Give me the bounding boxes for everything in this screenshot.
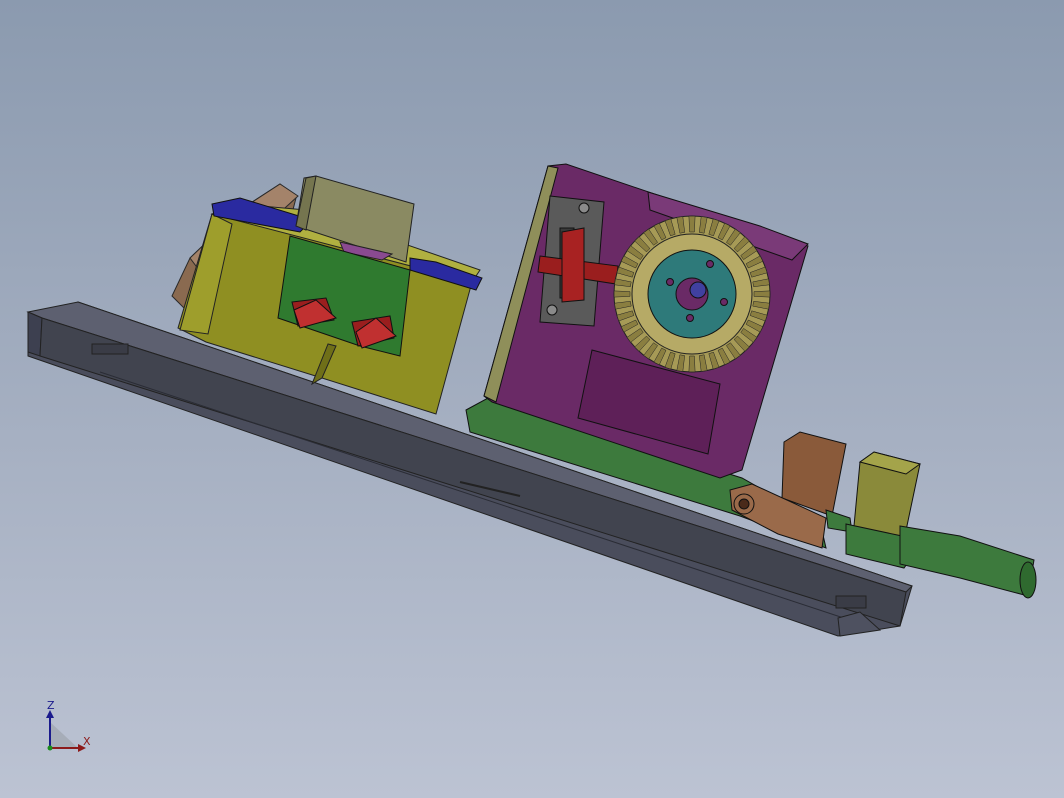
gear-tooth bbox=[613, 290, 631, 298]
cad-viewport[interactable] bbox=[0, 0, 1064, 798]
gear[interactable] bbox=[613, 215, 771, 373]
gear-tooth bbox=[688, 355, 696, 373]
gear-tooth bbox=[753, 290, 771, 298]
base-rail[interactable] bbox=[26, 301, 913, 637]
coordinate-triad: Z X bbox=[38, 696, 108, 758]
gear-tooth bbox=[688, 215, 696, 233]
z-axis-label: Z bbox=[47, 699, 55, 712]
olive-block[interactable] bbox=[853, 451, 922, 541]
x-axis-label: X bbox=[83, 735, 91, 748]
